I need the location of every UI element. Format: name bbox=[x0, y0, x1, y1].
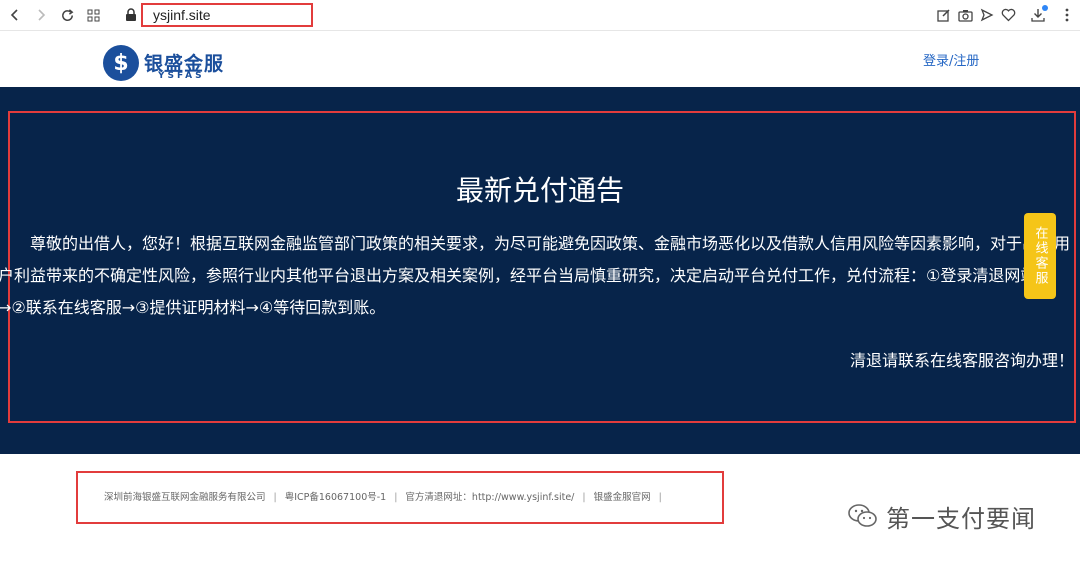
site-logo-icon[interactable]: $ bbox=[103, 45, 139, 81]
footer-separator: | bbox=[394, 492, 398, 503]
footer-separator: | bbox=[658, 492, 662, 503]
login-register-link[interactable]: 登录/注册 bbox=[923, 50, 979, 69]
site-header: $ 银盛金服 YSFAS 登录/注册 bbox=[0, 31, 1080, 87]
footer-icp[interactable]: 粤ICP备16067100号-1 bbox=[285, 489, 387, 503]
wechat-icon bbox=[848, 503, 878, 529]
back-icon[interactable] bbox=[6, 6, 24, 24]
notice-line: 尊敬的出借人，您好！根据互联网金融监管部门政策的相关要求，为尽可能避免因政策、金… bbox=[0, 234, 1071, 253]
address-bar[interactable]: ysjinf.site bbox=[141, 3, 313, 27]
more-menu-icon[interactable] bbox=[1058, 6, 1076, 24]
footer-official-url[interactable]: 官方清退网址：http://www.ysjinf.site/ bbox=[405, 489, 574, 503]
footer-separator: | bbox=[273, 492, 277, 503]
logo-mark-glyph: $ bbox=[113, 50, 129, 76]
watermark-text: 第一支付要闻 bbox=[886, 504, 1036, 533]
footer-links: 深圳前海银盛互联网金融服务有限公司 | 粤ICP备16067100号-1 | 官方清退网… bbox=[104, 489, 670, 503]
camera-icon[interactable] bbox=[956, 6, 974, 24]
lock-icon[interactable] bbox=[122, 6, 140, 24]
notice-closing: 清退请联系在线客服咨询办理！ bbox=[849, 351, 1074, 370]
notice-line: →②联系在线客服→③提供证明材料→④等待回款到账。 bbox=[0, 298, 386, 317]
heart-icon[interactable] bbox=[999, 6, 1017, 24]
footer-separator: | bbox=[582, 492, 586, 503]
online-service-tab[interactable]: 在线客服 bbox=[1024, 213, 1056, 299]
send-icon[interactable] bbox=[978, 6, 996, 24]
url-text: ysjinf.site bbox=[153, 7, 211, 23]
forward-icon[interactable] bbox=[32, 6, 50, 24]
footer-site-link[interactable]: 银盛金服官网 bbox=[594, 489, 651, 503]
reload-icon[interactable] bbox=[58, 6, 76, 24]
edit-icon[interactable] bbox=[935, 6, 953, 24]
logo-subtitle: YSFAS bbox=[158, 71, 205, 81]
browser-toolbar: ysjinf.site bbox=[0, 0, 1080, 31]
notification-dot bbox=[1042, 5, 1048, 11]
notice-body: 尊敬的出借人，您好！根据互联网金融监管部门政策的相关要求，为尽可能避免因政策、金… bbox=[0, 228, 1080, 324]
apps-grid-icon[interactable] bbox=[84, 6, 102, 24]
footer-highlight-box: 深圳前海银盛互联网金融服务有限公司 | 粤ICP备16067100号-1 | 官方清退网… bbox=[76, 471, 724, 524]
footer-company: 深圳前海银盛互联网金融服务有限公司 bbox=[104, 492, 266, 503]
notice-title: 最新兑付通告 bbox=[455, 174, 624, 207]
watermark: 第一支付要闻 bbox=[848, 499, 1036, 533]
online-service-label: 在线客服 bbox=[1032, 226, 1048, 286]
notice-line: 户利益带来的不确定性风险，参照行业内其他平台退出方案及相关案例，经平台当局慎重研… bbox=[0, 266, 1037, 285]
notice-banner: 最新兑付通告 尊敬的出借人，您好！根据互联网金融监管部门政策的相关要求，为尽可能… bbox=[0, 87, 1080, 454]
